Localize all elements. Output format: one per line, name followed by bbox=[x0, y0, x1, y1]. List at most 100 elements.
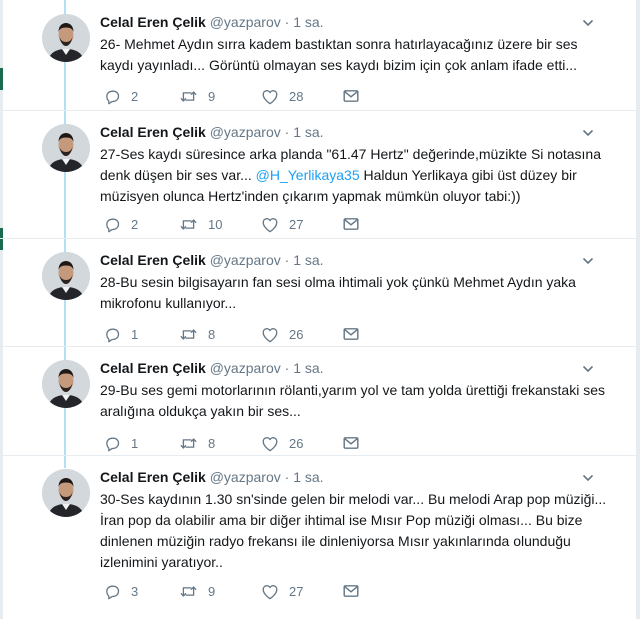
author-handle[interactable]: @yazparov bbox=[210, 360, 281, 376]
reply-icon bbox=[104, 583, 121, 600]
reply-button[interactable]: 1 bbox=[104, 324, 138, 344]
tweet-header: Celal Eren Çelik @yazparov · 1 sa. bbox=[100, 123, 324, 141]
author-handle[interactable]: @yazparov bbox=[210, 14, 281, 30]
envelope-icon bbox=[343, 327, 359, 341]
like-button[interactable]: 27 bbox=[261, 581, 303, 601]
tweet-actions: 2 9 28 bbox=[100, 86, 380, 106]
mention-link[interactable]: @H_Yerlikaya35 bbox=[256, 167, 360, 183]
chevron-down-icon[interactable] bbox=[582, 126, 594, 138]
author-name[interactable]: Celal Eren Çelik bbox=[100, 469, 206, 485]
tweet-header: Celal Eren Çelik @yazparov · 1 sa. bbox=[100, 251, 324, 269]
envelope-icon bbox=[343, 436, 359, 450]
retweet-icon bbox=[179, 326, 198, 343]
tweet-text-body: 30-Ses kaydının 1.30 sn'sinde gelen bir … bbox=[100, 491, 607, 570]
like-button[interactable]: 26 bbox=[261, 324, 303, 344]
heart-icon bbox=[261, 88, 279, 105]
reply-button[interactable]: 2 bbox=[104, 214, 138, 234]
envelope-icon bbox=[343, 89, 359, 103]
separator-dot: · bbox=[284, 469, 290, 485]
tweet-header: Celal Eren Çelik @yazparov · 1 sa. bbox=[100, 468, 324, 486]
separator-dot: · bbox=[284, 252, 290, 268]
chevron-down-icon[interactable] bbox=[582, 254, 594, 266]
avatar[interactable] bbox=[42, 14, 90, 62]
author-handle[interactable]: @yazparov bbox=[210, 469, 281, 485]
tweet-header: Celal Eren Çelik @yazparov · 1 sa. bbox=[100, 359, 324, 377]
direct-message-button[interactable] bbox=[343, 581, 359, 601]
direct-message-button[interactable] bbox=[343, 86, 359, 106]
separator-dot: · bbox=[284, 124, 290, 140]
author-handle[interactable]: @yazparov bbox=[210, 124, 281, 140]
retweet-button[interactable]: 8 bbox=[179, 324, 215, 344]
chevron-down-icon[interactable] bbox=[582, 16, 594, 28]
reply-icon bbox=[104, 88, 121, 105]
timestamp[interactable]: 1 sa. bbox=[293, 14, 323, 30]
tweet[interactable]: Celal Eren Çelik @yazparov · 1 sa. 30-Ses… bbox=[0, 455, 636, 619]
timestamp[interactable]: 1 sa. bbox=[293, 124, 323, 140]
direct-message-button[interactable] bbox=[343, 324, 359, 344]
chevron-down-icon[interactable] bbox=[582, 362, 594, 374]
direct-message-button[interactable] bbox=[343, 214, 359, 234]
reply-icon bbox=[104, 326, 121, 343]
tweet-text: 27-Ses kaydı süresince arka planda "61.4… bbox=[100, 144, 610, 207]
retweet-count: 8 bbox=[208, 326, 216, 342]
reply-count: 3 bbox=[131, 583, 139, 599]
retweet-button[interactable]: 9 bbox=[179, 581, 215, 601]
reply-icon bbox=[104, 435, 121, 452]
reply-button[interactable]: 3 bbox=[104, 581, 138, 601]
tweet-actions: 3 9 27 bbox=[100, 581, 380, 601]
avatar[interactable] bbox=[42, 360, 90, 408]
like-button[interactable]: 28 bbox=[261, 86, 303, 106]
reply-button[interactable]: 2 bbox=[104, 86, 138, 106]
tweet-text-body: 29-Bu ses gemi motorlarının rölanti,yarı… bbox=[100, 382, 605, 419]
tweet[interactable]: Celal Eren Çelik @yazparov · 1 sa. 28-Bu … bbox=[0, 238, 636, 347]
chevron-down-icon[interactable] bbox=[582, 471, 594, 483]
like-button[interactable]: 26 bbox=[261, 433, 303, 453]
retweet-button[interactable]: 8 bbox=[179, 433, 215, 453]
author-name[interactable]: Celal Eren Çelik bbox=[100, 14, 206, 30]
tweet-header: Celal Eren Çelik @yazparov · 1 sa. bbox=[100, 13, 324, 31]
author-name[interactable]: Celal Eren Çelik bbox=[100, 252, 206, 268]
tweet-actions: 2 10 27 bbox=[100, 214, 380, 234]
tweet[interactable]: Celal Eren Çelik @yazparov · 1 sa. 27-Ses… bbox=[0, 110, 636, 239]
author-handle[interactable]: @yazparov bbox=[210, 252, 281, 268]
author-name[interactable]: Celal Eren Çelik bbox=[100, 124, 206, 140]
avatar[interactable] bbox=[42, 252, 90, 300]
reply-count: 1 bbox=[131, 326, 139, 342]
timestamp[interactable]: 1 sa. bbox=[293, 360, 323, 376]
like-button[interactable]: 27 bbox=[261, 214, 303, 234]
heart-icon bbox=[261, 435, 279, 452]
tweet-text-body: 26- Mehmet Aydın sırra kadem bastıktan s… bbox=[100, 36, 578, 73]
right-page-edge bbox=[636, 0, 640, 619]
reply-count: 2 bbox=[131, 216, 139, 232]
retweet-icon bbox=[179, 583, 198, 600]
reply-count: 2 bbox=[131, 88, 139, 104]
reply-icon bbox=[104, 216, 121, 233]
heart-icon bbox=[261, 583, 279, 600]
separator-dot: · bbox=[284, 14, 290, 30]
retweet-count: 9 bbox=[208, 88, 216, 104]
like-count: 26 bbox=[289, 326, 304, 342]
reply-button[interactable]: 1 bbox=[104, 433, 138, 453]
heart-icon bbox=[261, 216, 279, 233]
tweet[interactable]: Celal Eren Çelik @yazparov · 1 sa. 26- Me… bbox=[0, 0, 636, 111]
author-name[interactable]: Celal Eren Çelik bbox=[100, 360, 206, 376]
timestamp[interactable]: 1 sa. bbox=[293, 252, 323, 268]
like-count: 27 bbox=[289, 216, 304, 232]
retweet-button[interactable]: 9 bbox=[179, 86, 215, 106]
like-count: 26 bbox=[289, 435, 304, 451]
avatar[interactable] bbox=[42, 469, 90, 517]
reply-count: 1 bbox=[131, 435, 139, 451]
separator-dot: · bbox=[284, 360, 290, 376]
retweet-icon bbox=[179, 216, 198, 233]
timestamp[interactable]: 1 sa. bbox=[293, 469, 323, 485]
direct-message-button[interactable] bbox=[343, 433, 359, 453]
tweet[interactable]: Celal Eren Çelik @yazparov · 1 sa. 29-Bu … bbox=[0, 346, 636, 456]
heart-icon bbox=[261, 326, 279, 343]
like-count: 28 bbox=[289, 88, 304, 104]
envelope-icon bbox=[343, 217, 359, 231]
tweet-text: 30-Ses kaydının 1.30 sn'sinde gelen bir … bbox=[100, 489, 610, 573]
avatar[interactable] bbox=[42, 124, 90, 172]
tweet-actions: 1 8 26 bbox=[100, 324, 380, 344]
envelope-icon bbox=[343, 584, 359, 598]
retweet-button[interactable]: 10 bbox=[179, 214, 222, 234]
